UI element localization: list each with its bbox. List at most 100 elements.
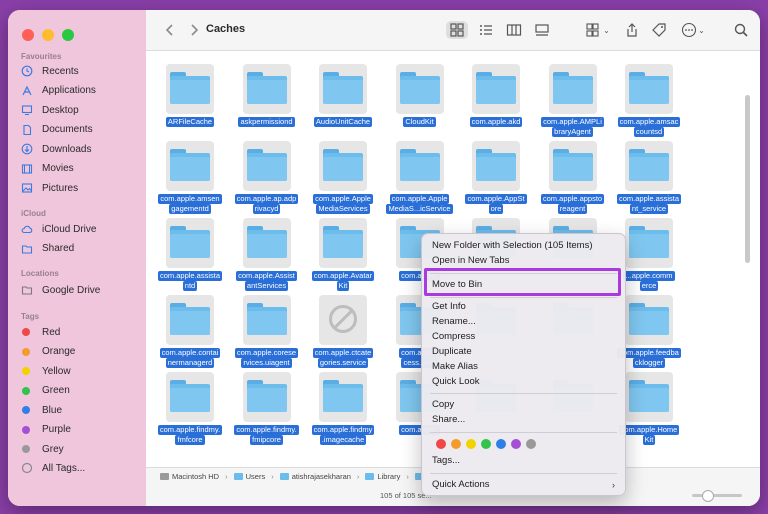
folder-icon <box>170 303 210 335</box>
path-segment[interactable]: atishrajasekharan <box>279 472 351 481</box>
menu-item-make-alias[interactable]: Make Alias <box>432 360 478 374</box>
toolbar: Caches ⌄ ⌄ <box>146 10 760 51</box>
path-segment[interactable]: Library <box>365 472 400 481</box>
folder-icon <box>629 380 669 412</box>
sidebar-item-google-drive[interactable]: Google Drive <box>20 281 140 299</box>
folder-item[interactable]: askpermissiond <box>229 64 305 140</box>
folder-item[interactable]: com.apple.Avatar Kit <box>305 218 381 294</box>
folder-label-line: .imagecache <box>319 435 367 445</box>
tag-icon <box>652 23 666 37</box>
icon-size-slider[interactable] <box>692 490 742 502</box>
folder-label-line: countsd <box>633 127 665 137</box>
folder-item[interactable]: com.apple.findmy .imagecache <box>305 372 381 448</box>
folder-item[interactable]: com.apple.amsen gagementd <box>152 141 228 217</box>
tag-button[interactable] <box>651 22 667 38</box>
folder-label-line: fmfcore <box>175 435 205 445</box>
tag-color-dot[interactable] <box>511 439 521 449</box>
folder-item[interactable]: com.apple.assista nt_service <box>611 141 687 217</box>
folder-item[interactable]: com.apple.appsto reagent <box>535 141 611 217</box>
sidebar-item-pictures[interactable]: Pictures <box>20 179 140 197</box>
folder-item[interactable]: CloudKit <box>382 64 458 140</box>
folder-item[interactable]: com.apple.contai nermanagerd <box>152 295 228 371</box>
tag-color-dot[interactable] <box>496 439 506 449</box>
tag-color-dot[interactable] <box>436 439 446 449</box>
sidebar-item-shared[interactable]: Shared <box>20 240 140 258</box>
tag-color-dot[interactable] <box>466 439 476 449</box>
close-button[interactable] <box>22 29 34 41</box>
back-button[interactable] <box>162 22 178 38</box>
share-button[interactable] <box>624 22 640 38</box>
group-button[interactable]: ⌄ <box>584 22 612 38</box>
minimize-button[interactable] <box>42 29 54 41</box>
folder-item[interactable]: com.apple.AppSt ore <box>458 141 534 217</box>
more-button[interactable]: ⌄ <box>680 22 706 38</box>
search-button[interactable] <box>733 22 749 38</box>
path-separator: › <box>356 472 360 481</box>
sidebar-tag-red[interactable]: Red <box>20 323 140 341</box>
sidebar-tag-grey[interactable]: Grey <box>20 440 140 458</box>
folder-icon <box>476 72 516 104</box>
folder-item[interactable]: com.apple.ctcate gories.service <box>305 295 381 371</box>
sidebar-item-movies[interactable]: Movies <box>20 160 140 178</box>
folder-item[interactable]: com.apple.findmy. fmipcore <box>229 372 305 448</box>
sidebar-item-documents[interactable]: Documents <box>20 121 140 139</box>
forward-button[interactable] <box>186 22 202 38</box>
icon-view-button[interactable] <box>446 21 468 39</box>
sidebar-item-label: Grey <box>42 443 64 455</box>
slider-knob[interactable] <box>702 490 714 502</box>
folder-item[interactable]: AudioUnitCache <box>305 64 381 140</box>
menu-item-get-info[interactable]: Get Info <box>432 300 466 314</box>
folder-label-line: ARFileCache <box>165 117 215 127</box>
folder-label-line: gagementd <box>169 204 211 214</box>
folder-item[interactable]: com.apple.ap.adp rivacyd <box>229 141 305 217</box>
tag-color-dot[interactable] <box>451 439 461 449</box>
zoom-button[interactable] <box>62 29 74 41</box>
menu-item-copy[interactable]: Copy <box>432 398 454 412</box>
sidebar-item-downloads[interactable]: Downloads <box>20 140 140 158</box>
menu-item-duplicate[interactable]: Duplicate <box>432 345 472 359</box>
folder-label-line: com.apple.assista <box>157 271 223 281</box>
folder-item[interactable]: com.apple.amsac countsd <box>611 64 687 140</box>
sidebar-tag-green[interactable]: Green <box>20 382 140 400</box>
sidebar-tag-orange[interactable]: Orange <box>20 343 140 361</box>
folder-item[interactable]: com.apple.corese rvices.uiagent <box>229 295 305 371</box>
folder-item[interactable]: com.apple.Apple MediaServices <box>305 141 381 217</box>
sidebar-tag-purple[interactable]: Purple <box>20 421 140 439</box>
folder-item[interactable]: com.apple.Apple MediaS...icService <box>382 141 458 217</box>
menu-item-share[interactable]: Share... <box>432 413 465 427</box>
tag-color-dot[interactable] <box>481 439 491 449</box>
folder-label: com.apple.appsto reagent <box>537 194 609 214</box>
folder-label-line: com.apple.amsen <box>158 194 222 204</box>
sidebar-tag-blue[interactable]: Blue <box>20 401 140 419</box>
folder-item[interactable]: com.apple.AMPLi braryAgent <box>535 64 611 140</box>
menu-item-rename[interactable]: Rename... <box>432 315 476 329</box>
selection-tile <box>242 218 291 268</box>
menu-item-new-folder-with-selection[interactable]: New Folder with Selection (105 Items) <box>432 239 593 253</box>
folder-item[interactable]: com.apple.assista ntd <box>152 218 228 294</box>
menu-item-open-in-new-tabs[interactable]: Open in New Tabs <box>432 254 509 268</box>
selection-tile <box>319 218 367 268</box>
sidebar-tag-yellow[interactable]: Yellow <box>20 362 140 380</box>
sidebar-item-all-tags[interactable]: All Tags... <box>20 459 140 477</box>
vertical-scrollbar[interactable] <box>745 95 750 263</box>
folder-label: ARFileCache <box>154 117 226 127</box>
folder-item[interactable]: com.apple.findmy. fmfcore <box>152 372 228 448</box>
folder-item[interactable]: com.apple.akd <box>458 64 534 140</box>
column-view-button[interactable] <box>506 22 522 38</box>
path-segment[interactable]: Users <box>233 472 265 481</box>
folder-label-line: com.apple.findmy. <box>157 425 223 435</box>
menu-item-compress[interactable]: Compress <box>432 330 475 344</box>
sidebar-item-recents[interactable]: Recents <box>20 62 140 80</box>
menu-item-quick-actions[interactable]: Quick Actions <box>432 478 490 492</box>
sidebar-item-desktop[interactable]: Desktop <box>20 101 140 119</box>
tag-color-dot[interactable] <box>526 439 536 449</box>
menu-item-quick-look[interactable]: Quick Look <box>432 375 480 389</box>
path-segment[interactable]: Macintosh HD <box>160 472 219 481</box>
folder-item[interactable]: ARFileCache <box>152 64 228 140</box>
sidebar-item-applications[interactable]: Applications <box>20 82 140 100</box>
list-view-button[interactable] <box>478 22 494 38</box>
sidebar-item-icloud-drive[interactable]: iCloud Drive <box>20 220 140 238</box>
gallery-view-button[interactable] <box>534 22 550 38</box>
folder-item[interactable]: com.apple.Assist antServices <box>229 218 305 294</box>
menu-item-tags[interactable]: Tags... <box>432 454 460 468</box>
